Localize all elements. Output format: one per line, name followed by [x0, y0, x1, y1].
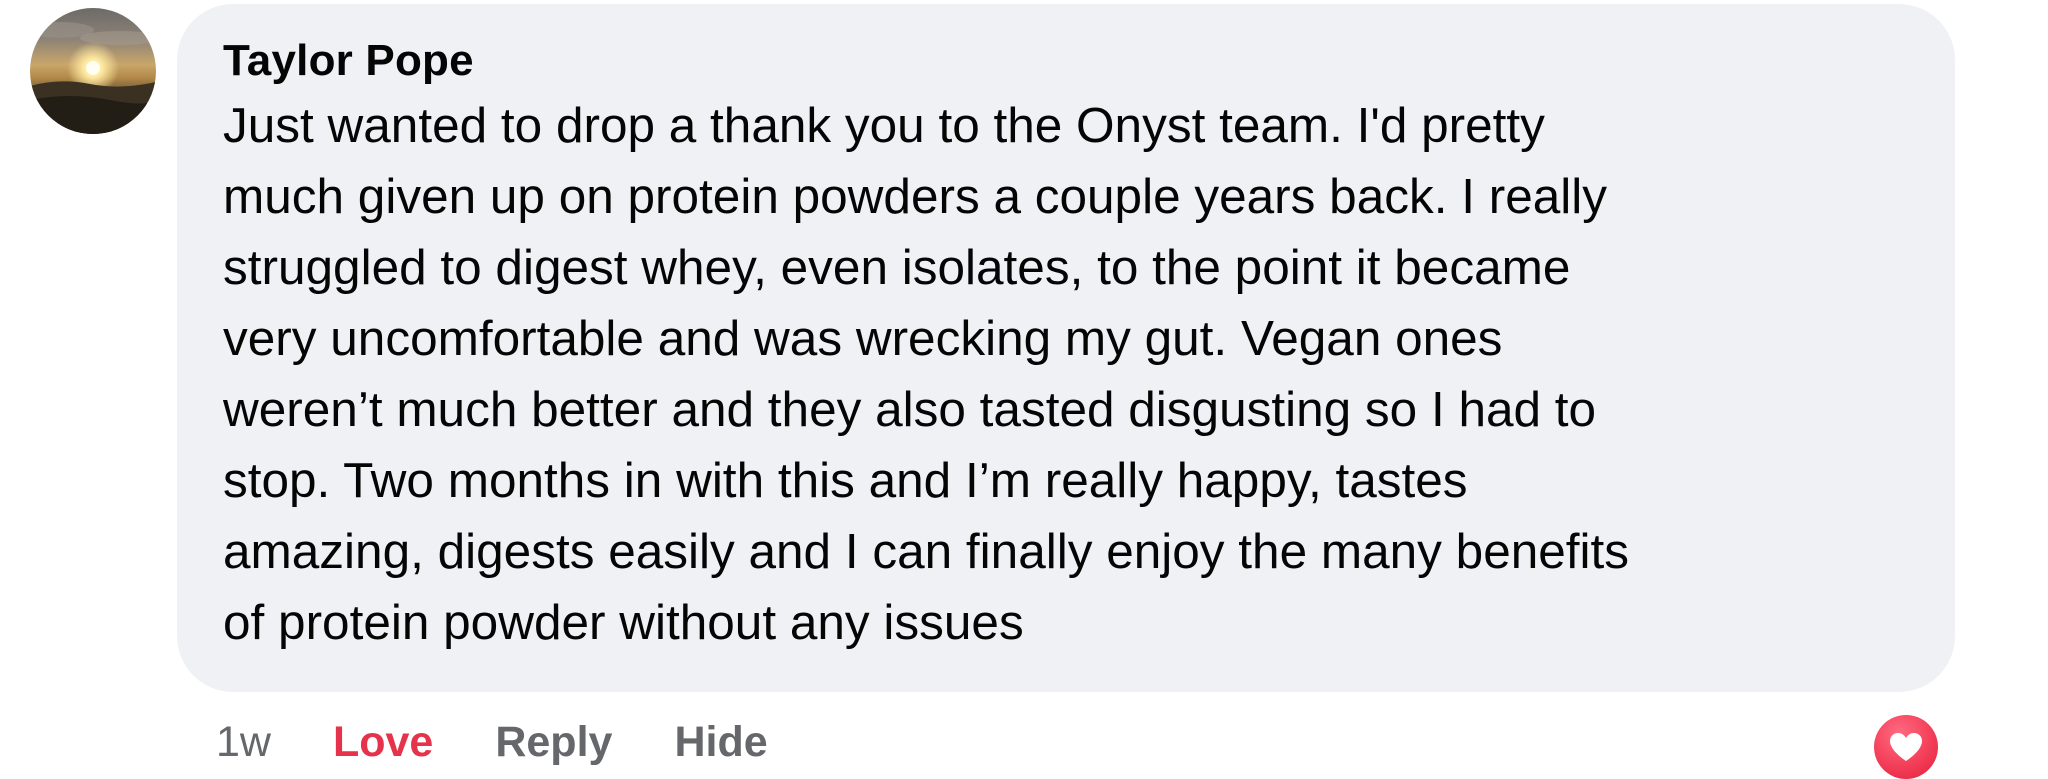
comment-container: Taylor Pope Just wanted to drop a thank … — [0, 0, 2048, 779]
avatar[interactable] — [30, 8, 156, 134]
comment-timestamp[interactable]: 1w — [216, 718, 271, 767]
reply-button[interactable]: Reply — [495, 718, 612, 767]
comment-text: Just wanted to drop a thank you to the O… — [223, 98, 1630, 650]
comment-bubble: Taylor Pope Just wanted to drop a thank … — [177, 4, 1955, 692]
love-reaction-button[interactable]: Love — [333, 718, 433, 767]
comment-author[interactable]: Taylor Pope — [223, 34, 1915, 88]
comment-actions: 1w Love Reply Hide — [216, 712, 768, 772]
love-heart-icon — [1874, 715, 1938, 779]
reaction-count-badge[interactable] — [1873, 714, 1939, 779]
hide-button[interactable]: Hide — [674, 718, 767, 767]
sunset-photo-icon — [30, 8, 156, 134]
